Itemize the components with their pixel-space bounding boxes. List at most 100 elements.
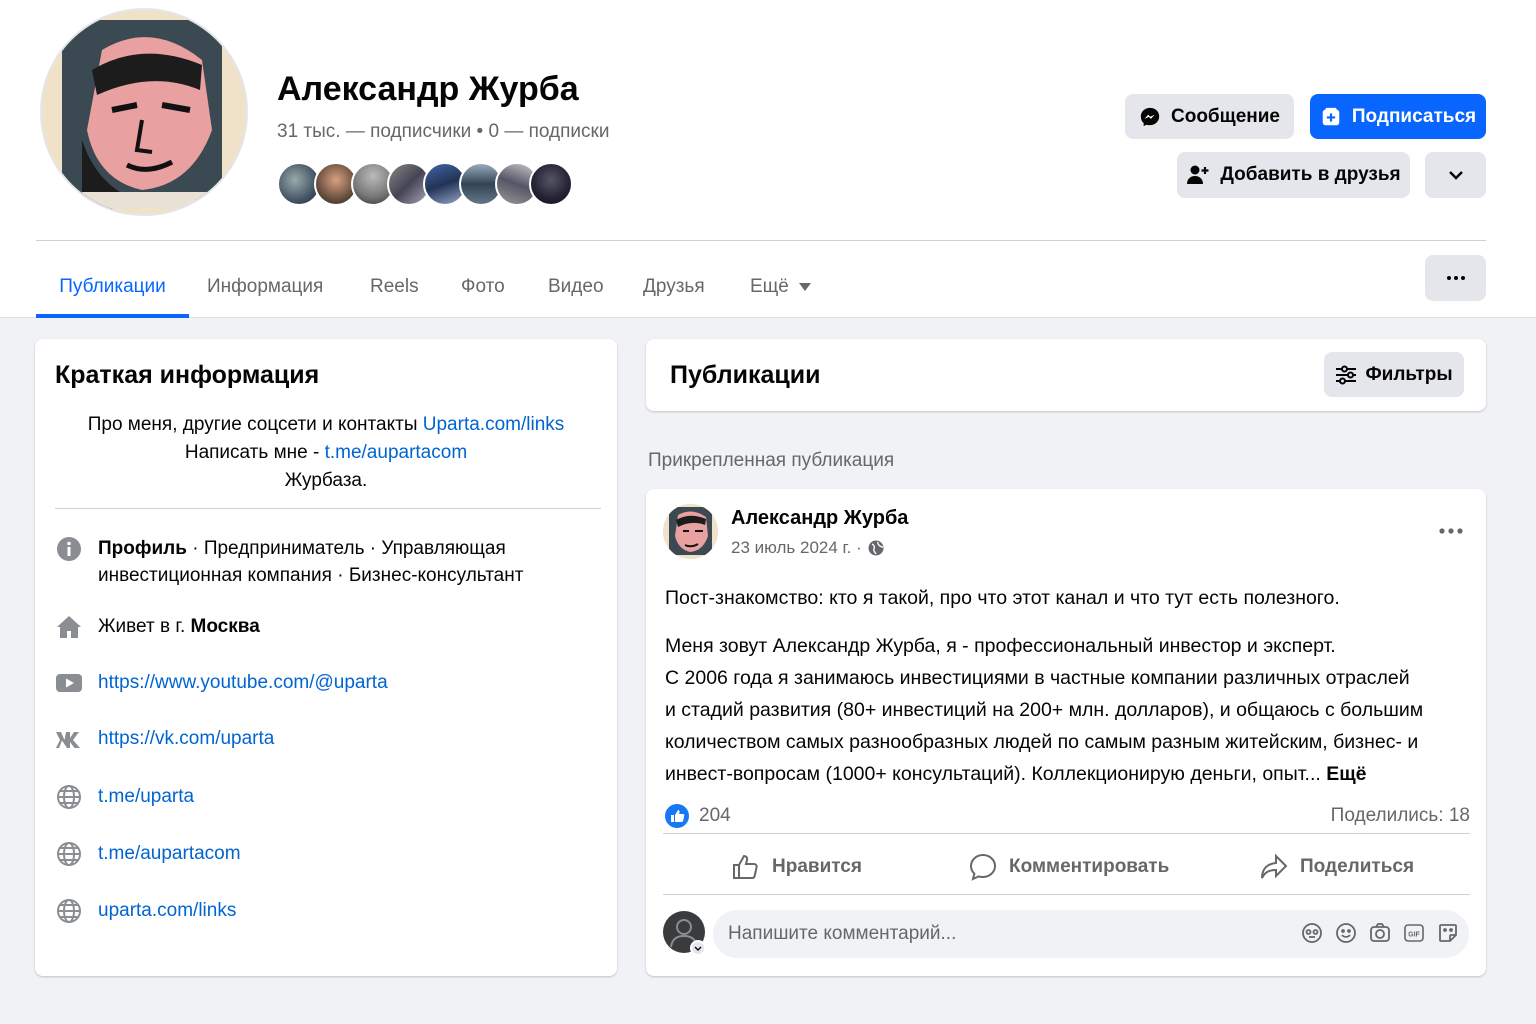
intro-title: Краткая информация [55,361,320,389]
profile-avatar[interactable] [40,8,248,216]
ellipsis-icon [1446,276,1465,280]
gif-icon[interactable]: GIF [1403,922,1425,944]
post-paragraph: Меня зовут Александр Журба, я - професси… [665,635,1336,657]
bio-text: Журбаза. [284,470,368,491]
like-button[interactable]: Нравится [732,838,862,896]
svg-text:GIF: GIF [1408,932,1420,939]
bio-link-telegram[interactable]: t.me/aupartacom [325,442,468,463]
follow-button-label: Подписаться [1351,105,1477,127]
chevron-down-icon [694,946,702,951]
separator-dot: • [476,121,484,142]
add-friend-label: Добавить в друзья [1220,164,1401,185]
info-icon [55,535,83,563]
shares-count[interactable]: Поделились: 18 [1331,805,1470,827]
profile-name: Александр Журба [277,70,579,108]
tab-posts[interactable]: Публикации [36,256,189,318]
post-text: Пост-знакомство: кто я такой, про что эт… [665,582,1425,790]
website-link[interactable]: uparta.com/links [98,897,236,924]
intro-youtube-row: https://www.youtube.com/@uparta [55,669,597,697]
messenger-icon [1140,107,1160,126]
share-button[interactable]: Поделиться [1260,838,1414,896]
comment-placeholder: Напишите комментарий... [728,923,957,944]
tab-label: Публикации [59,276,166,297]
share-label: Поделиться [1300,856,1415,877]
following-count[interactable]: 0 — подписки [488,121,609,142]
add-friend-icon [1187,165,1209,184]
tab-label: Reels [370,276,419,297]
intro-vk-row: https://vk.com/uparta [55,725,597,753]
profile-header: Александр Журба 31 тыс. — подписчики • 0… [0,0,1536,318]
commenter-badge [690,940,706,956]
tab-label: Видео [548,276,604,297]
thumbs-up-icon [733,854,758,879]
telegram-link-aupartacom[interactable]: t.me/aupartacom [98,840,241,867]
profile-label: Профиль [98,538,187,559]
posts-title: Публикации [670,361,821,389]
tab-photos[interactable]: Фото [461,256,505,318]
like-reaction-icon [665,804,689,828]
post-paragraph: Пост-знакомство: кто я такой, про что эт… [665,587,1340,609]
lives-city[interactable]: Москва [191,616,260,637]
intro-lives-row: Живет в г. Москва [55,613,597,641]
tab-label: Фото [461,276,505,297]
pinned-label: Прикрепленная публикация [648,450,895,471]
post-actions: Нравится Комментировать Поделиться [663,838,1470,896]
comment-input[interactable]: Напишите комментарий... GIF [713,910,1469,958]
tab-reels[interactable]: Reels [370,256,419,318]
tab-label: Ещё [750,276,789,297]
comment-label: Комментировать [1009,856,1170,877]
sticker-icon[interactable] [1437,922,1459,944]
follow-button[interactable]: Подписаться [1310,94,1486,139]
vk-icon [55,725,83,753]
post-author-name[interactable]: Александр Журба [731,507,908,530]
intro-telegram-row: t.me/uparta [55,783,597,811]
emoji-icon[interactable] [1335,922,1357,944]
reactions[interactable]: 204 [665,804,731,828]
followers-count[interactable]: 31 тыс. — подписчики [277,121,471,142]
bio-text: Написать мне - [184,442,325,463]
bio-link-uparta[interactable]: Uparta.com/links [423,414,565,435]
message-button[interactable]: Сообщение [1125,94,1294,139]
vk-link[interactable]: https://vk.com/uparta [98,725,274,752]
chevron-down-icon [1448,171,1463,180]
intro-profile-row: Профиль · Предприниматель · Управляющая … [55,535,597,589]
tab-more[interactable]: Ещё [750,256,811,318]
filters-button[interactable]: Фильтры [1324,352,1464,397]
post-paragraph: С 2006 года я занимаюсь инвестициями в ч… [665,662,1425,790]
comment-icon [969,853,997,881]
bio-text: Про меня, другие соцсети и контакты [87,414,423,435]
post-meta: 23 июль 2024 г. · [731,538,884,558]
globe-icon [55,840,83,868]
likes-count: 204 [699,805,731,826]
actions-divider-bottom [663,894,1470,895]
intro-website-row: uparta.com/links [55,897,597,925]
add-friend-button[interactable]: Добавить в друзья [1177,152,1410,198]
tab-label: Друзья [643,276,705,297]
follower-avatar[interactable] [529,162,573,206]
bio: Про меня, другие соцсети и контакты Upar… [55,411,597,495]
home-icon [55,613,83,641]
follower-avatars [277,162,577,206]
comment-button[interactable]: Комментировать [969,838,1169,896]
comment-tools: GIF [1301,922,1459,944]
youtube-link[interactable]: https://www.youtube.com/@uparta [98,669,388,696]
caret-down-icon [798,283,811,291]
avatar-sticker-icon[interactable] [1301,922,1323,944]
post-date[interactable]: 23 июль 2024 г. · [731,538,862,558]
filters-label: Фильтры [1365,363,1453,385]
tabs-more-button[interactable] [1425,255,1486,301]
tab-videos[interactable]: Видео [548,256,604,318]
post-menu-button[interactable] [1436,524,1466,538]
follow-stats: 31 тыс. — подписчики • 0 — подписки [277,121,609,143]
tab-about[interactable]: Информация [207,256,323,318]
see-more-link[interactable]: Ещё [1326,763,1366,785]
more-options-button[interactable] [1425,152,1486,198]
post-author-avatar[interactable] [663,504,718,559]
post-card: Александр Журба 23 июль 2024 г. · Пост-з… [646,489,1486,976]
share-icon [1261,853,1288,879]
tab-friends[interactable]: Друзья [643,256,705,318]
camera-icon[interactable] [1369,922,1391,944]
post-paragraph-text: С 2006 года я занимаюсь инвестициями в ч… [665,667,1424,785]
globe-icon [55,783,83,811]
telegram-link-uparta[interactable]: t.me/uparta [98,783,194,810]
